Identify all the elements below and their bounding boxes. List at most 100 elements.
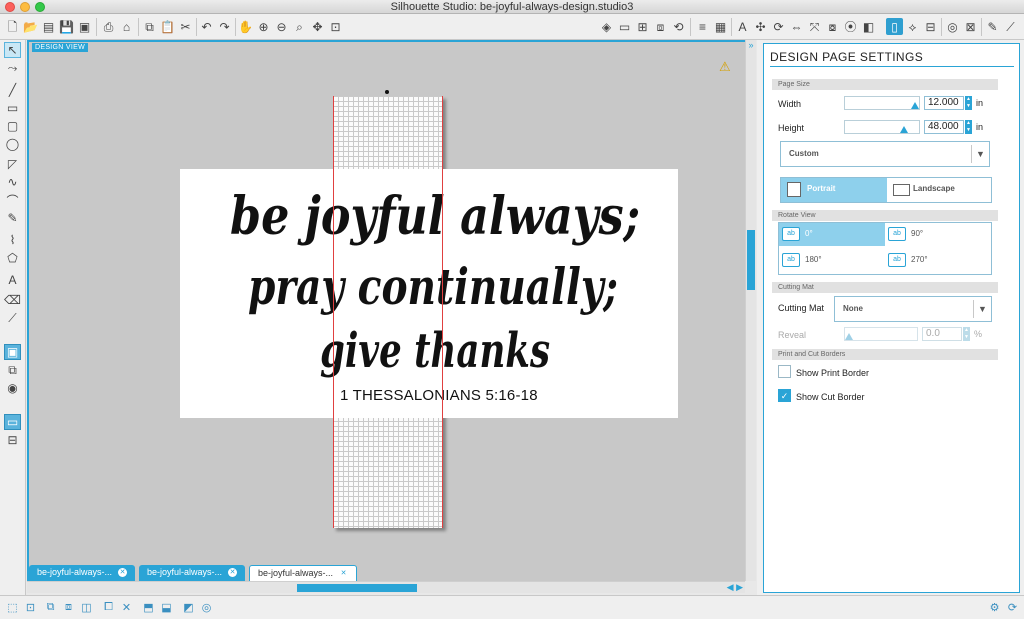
smooth-freehand-icon[interactable]: ⌇: [4, 232, 21, 248]
select-tool-icon[interactable]: ↖: [4, 42, 21, 58]
delete-icon[interactable]: ✕: [118, 599, 135, 616]
chevron-down-icon[interactable]: ▼: [971, 145, 989, 163]
cut-settings-icon[interactable]: ⟡: [904, 18, 921, 35]
design-canvas[interactable]: DESIGN VIEW ⚠ be joyful always; pray con…: [27, 40, 745, 581]
document-tab[interactable]: be-joyful-always-... ✕: [139, 565, 246, 581]
sketch-icon[interactable]: ✎: [984, 18, 1001, 35]
close-tab-icon[interactable]: ✕: [228, 568, 238, 578]
drag-zoom-icon[interactable]: ✥: [309, 18, 326, 35]
ungroup-icon[interactable]: ⧈: [60, 599, 77, 616]
duplicate-icon[interactable]: ⧠: [100, 599, 117, 616]
reveal-stepper[interactable]: ▲ ▼: [963, 327, 970, 341]
trace-icon[interactable]: ⦿: [842, 18, 859, 35]
collapse-panel-icon[interactable]: »: [746, 40, 756, 51]
zoom-out-icon[interactable]: ⊖: [273, 18, 290, 35]
select-all-icon[interactable]: ⬚: [4, 599, 21, 616]
layers-icon[interactable]: ◧: [860, 18, 877, 35]
height-slider-knob[interactable]: [900, 126, 908, 133]
design-store-icon[interactable]: ⊠: [962, 18, 979, 35]
artwork[interactable]: be joyful always; pray continually; give…: [180, 169, 678, 418]
width-stepper[interactable]: ▲ ▼: [965, 96, 972, 110]
refresh-icon[interactable]: ⟳: [1004, 599, 1021, 616]
cutting-mat-dropdown[interactable]: None ▼: [834, 296, 992, 322]
settings-gear-icon[interactable]: ⚙: [986, 599, 1003, 616]
send-backward-icon[interactable]: ⬓: [158, 599, 175, 616]
vertical-scroll-thumb[interactable]: [747, 230, 755, 290]
scale-icon[interactable]: ⇔: [788, 18, 805, 35]
height-slider[interactable]: [844, 120, 920, 134]
copy-icon[interactable]: ⧉: [141, 18, 158, 35]
reveal-slider-knob[interactable]: [845, 333, 853, 340]
fill-pattern-icon[interactable]: ▦: [712, 18, 729, 35]
replicate-icon[interactable]: ⧈: [652, 18, 669, 35]
undo-icon[interactable]: ↶: [198, 18, 215, 35]
pan-hand-icon[interactable]: ✋: [237, 18, 254, 35]
height-field[interactable]: 48.000: [924, 120, 964, 134]
open-folder-icon[interactable]: 📂: [22, 18, 39, 35]
library-view-icon[interactable]: ⧉: [4, 362, 21, 378]
fit-to-page-icon[interactable]: ⊡: [327, 18, 344, 35]
save-icon[interactable]: 💾: [58, 18, 75, 35]
show-cut-border-checkbox[interactable]: ✓: [778, 389, 791, 402]
edit-points-icon[interactable]: ⤳: [4, 60, 21, 76]
store-icon[interactable]: ⊟: [922, 18, 939, 35]
rotate-180-button[interactable]: ab 180°: [779, 249, 885, 272]
new-document-icon[interactable]: 🗋: [4, 18, 21, 35]
knife-tool-icon[interactable]: ⟋: [4, 310, 21, 326]
cut-icon[interactable]: ✂: [177, 18, 194, 35]
portrait-button[interactable]: Portrait: [781, 178, 887, 202]
reveal-field[interactable]: 0.0: [922, 327, 962, 341]
eraser-icon[interactable]: ◈: [598, 18, 615, 35]
width-field[interactable]: 12.000: [924, 96, 964, 110]
deselect-icon[interactable]: ⊡: [22, 599, 39, 616]
freehand-tool-icon[interactable]: ✎: [4, 210, 21, 226]
knife-icon[interactable]: ⟋: [1002, 18, 1019, 35]
text-tool-icon[interactable]: A: [4, 272, 21, 288]
text-style-icon[interactable]: A: [734, 18, 751, 35]
horizontal-scroll-thumb[interactable]: [297, 584, 417, 592]
page-settings-icon[interactable]: ▯: [886, 18, 903, 35]
pentagon-tool-icon[interactable]: ⬠: [4, 250, 21, 266]
offset-icon[interactable]: ⧇: [824, 18, 841, 35]
bring-forward-icon[interactable]: ⬒: [140, 599, 157, 616]
rotate-0-button[interactable]: ab 0°: [779, 223, 885, 246]
save-as-icon[interactable]: ▣: [76, 18, 93, 35]
print-icon[interactable]: ⎙: [100, 18, 117, 35]
eraser-tool-icon[interactable]: ⌫: [4, 292, 21, 308]
arc-tool-icon[interactable]: ⌒: [4, 192, 21, 208]
grid-icon[interactable]: ⊞: [634, 18, 651, 35]
chevron-down-icon[interactable]: ▼: [973, 300, 991, 318]
line-tool-icon[interactable]: ╱: [4, 82, 21, 98]
group-icon[interactable]: ⧉: [42, 599, 59, 616]
width-slider[interactable]: [844, 96, 920, 110]
move-icon[interactable]: ⤧: [806, 18, 823, 35]
send-icon[interactable]: ◎: [944, 18, 961, 35]
close-tab-icon[interactable]: ✕: [118, 568, 128, 578]
canvas-horizontal-scrollbar[interactable]: ◀ ▶: [27, 581, 745, 593]
redo-icon[interactable]: ↷: [216, 18, 233, 35]
rotate-icon[interactable]: ⟳: [770, 18, 787, 35]
canvas-vertical-scrollbar[interactable]: »: [745, 40, 756, 581]
close-tab-icon[interactable]: ✕: [339, 569, 348, 578]
transform-icon[interactable]: ⟲: [670, 18, 687, 35]
curve-tool-icon[interactable]: ∿: [4, 174, 21, 190]
rotate-270-button[interactable]: ab 270°: [885, 249, 991, 272]
line-style-icon[interactable]: ≡: [694, 18, 711, 35]
ellipse-tool-icon[interactable]: ◯: [4, 136, 21, 152]
rounded-rectangle-tool-icon[interactable]: ▢: [4, 118, 21, 134]
align-icon[interactable]: ✣: [752, 18, 769, 35]
store-view-icon[interactable]: ◉: [4, 380, 21, 396]
page-size-dropdown[interactable]: Custom ▼: [780, 141, 990, 167]
rectangle-tool-icon[interactable]: ▭: [4, 100, 21, 116]
warning-icon[interactable]: ⚠: [719, 59, 731, 75]
design-view-icon[interactable]: ▣: [4, 344, 21, 360]
zoom-selection-icon[interactable]: ⌕: [291, 18, 308, 35]
reveal-slider[interactable]: [844, 327, 918, 341]
paste-icon[interactable]: 📋: [159, 18, 176, 35]
send-to-cutter-icon[interactable]: ⌂: [118, 18, 135, 35]
height-stepper[interactable]: ▲ ▼: [965, 120, 972, 134]
polygon-tool-icon[interactable]: ◸: [4, 156, 21, 172]
compound-path-icon[interactable]: ◫: [78, 599, 95, 616]
show-print-border-checkbox[interactable]: [778, 365, 791, 378]
document-tab[interactable]: be-joyful-always-... ✕: [29, 565, 136, 581]
